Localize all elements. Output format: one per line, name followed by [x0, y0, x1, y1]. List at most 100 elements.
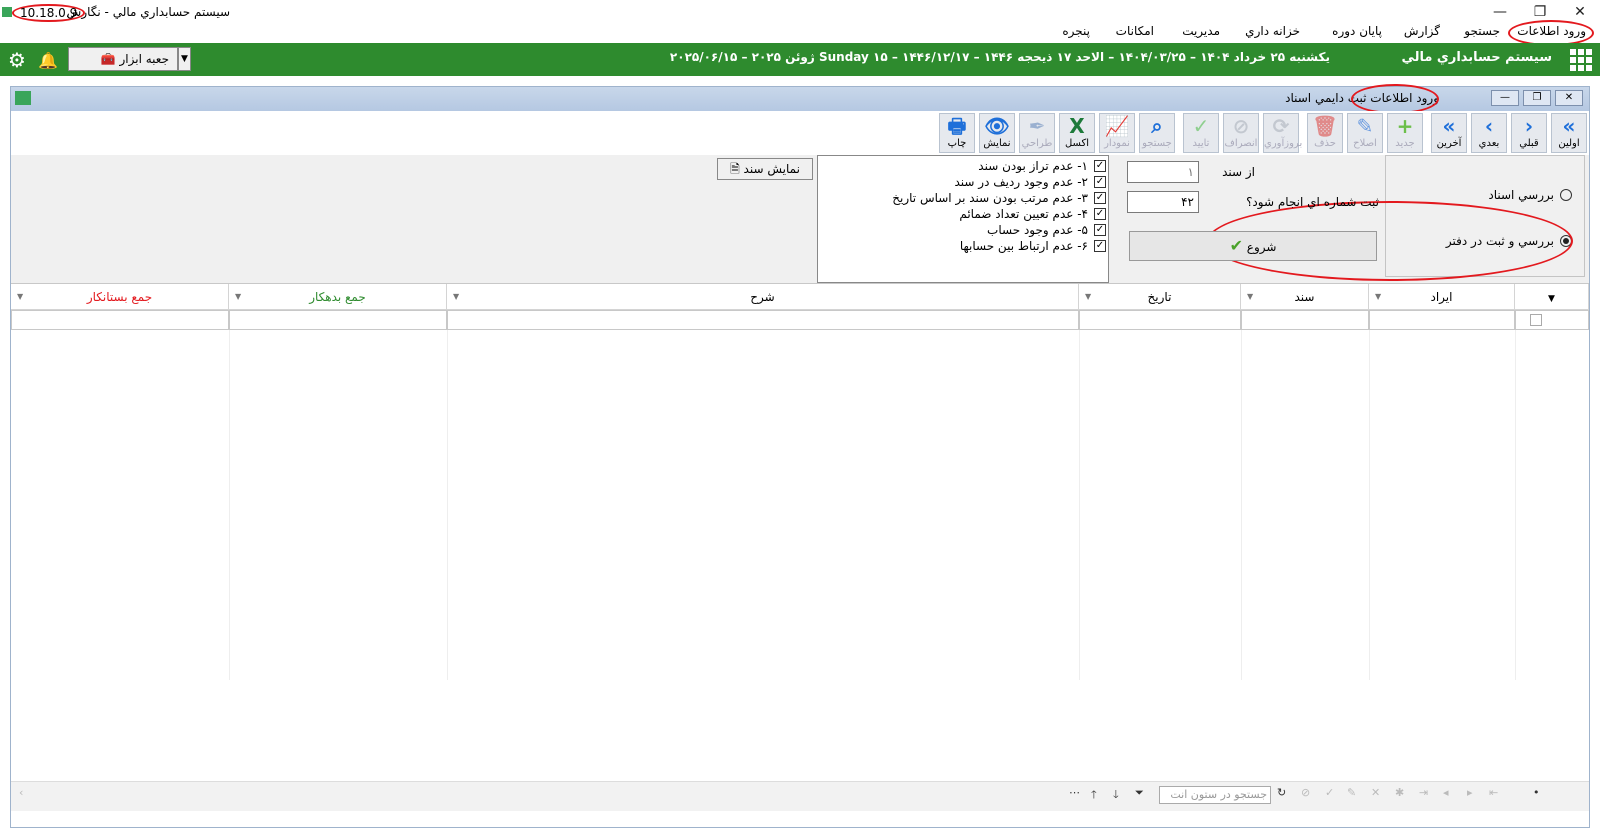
check-item[interactable]: ✓ ۵- عدم وجود حساب	[820, 222, 1106, 238]
filter-cell[interactable]	[229, 310, 447, 330]
previous-button[interactable]: › قبلي	[1511, 113, 1547, 153]
radio-review-docs[interactable]: بررسي اسناد	[1488, 188, 1572, 202]
grid-search-input[interactable]: جستجو در ستون انت	[1159, 786, 1271, 804]
new-label: جديد	[1395, 138, 1415, 149]
cancel-icon[interactable]: ⊘	[1301, 786, 1310, 799]
filter-cell[interactable]	[447, 310, 1079, 330]
refresh-button[interactable]: ⟳ بروزآوري	[1263, 113, 1302, 153]
checkbox-checked[interactable]: ✓	[1094, 176, 1106, 188]
menu-management[interactable]: مديريت	[1182, 24, 1220, 38]
radio-circle-selected[interactable]	[1560, 235, 1572, 247]
checkbox-checked[interactable]: ✓	[1094, 192, 1106, 204]
apps-grid-icon[interactable]	[1570, 49, 1592, 71]
toolbox-dropdown[interactable]: ▼	[178, 47, 191, 71]
arrow-up-icon[interactable]: 🡑	[1091, 786, 1097, 805]
last-record-icon[interactable]: ⇥	[1419, 786, 1428, 799]
minimize-button[interactable]: —	[1486, 2, 1514, 22]
filter-cell[interactable]	[1369, 310, 1515, 330]
chevron-down-icon[interactable]: ▼	[1085, 284, 1091, 310]
refresh-icon[interactable]: ↻	[1277, 786, 1286, 799]
chevron-down-icon[interactable]: ▼	[453, 284, 459, 310]
check-item[interactable]: ✓ ۲- عدم وجود رديف در سند	[820, 174, 1106, 190]
from-doc-field[interactable]: ۱	[1127, 161, 1199, 183]
check-item[interactable]: ✓ ۱- عدم تراز بودن سند	[820, 158, 1106, 174]
filter-icon[interactable]: ⏷	[1135, 786, 1144, 800]
check-item[interactable]: ✓ ۶- عدم ارتباط بين حسابها	[820, 238, 1106, 254]
toolbox-button[interactable]: جعبه ابزار 🧰	[68, 47, 178, 71]
first-button[interactable]: «اولين	[1551, 113, 1587, 153]
column-header-credit[interactable]: جمع بستانكار ▼	[11, 284, 229, 310]
chart-button[interactable]: 📈 نمودار	[1099, 113, 1135, 153]
more-icon[interactable]: ⋯	[1069, 786, 1080, 799]
column-header-description[interactable]: شرح ▼	[447, 284, 1079, 310]
child-restore-button[interactable]: ❐	[1523, 90, 1551, 106]
refresh-icon: ⟳	[1272, 114, 1290, 138]
chart-label: نمودار	[1104, 138, 1130, 149]
last-button[interactable]: «آخرين	[1431, 113, 1467, 153]
scroll-left-icon[interactable]: ‹	[19, 786, 23, 799]
first-record-icon[interactable]: ⇤	[1489, 786, 1498, 799]
cancel-icon: ⊘	[1232, 114, 1250, 138]
restore-button[interactable]: ❐	[1526, 2, 1554, 22]
asterisk-icon[interactable]: ✱	[1395, 786, 1404, 799]
chevron-down-icon[interactable]: ▼	[235, 284, 241, 310]
child-minimize-button[interactable]: —	[1491, 90, 1519, 106]
pencil-icon[interactable]: ✎	[1347, 786, 1356, 799]
check-item[interactable]: ✓ ۴- عدم تعيين تعداد ضمائم	[820, 206, 1106, 222]
filter-cell[interactable]	[11, 310, 229, 330]
next-button[interactable]: ‹ بعدي	[1471, 113, 1507, 153]
child-close-button[interactable]: ✕	[1555, 90, 1583, 106]
to-doc-field[interactable]: ۴۲	[1127, 191, 1199, 213]
prev-record-icon[interactable]: ▸	[1467, 786, 1473, 799]
filter-cell[interactable]	[1079, 310, 1241, 330]
from-doc-label: از سند	[1222, 165, 1255, 179]
grid-menu-button[interactable]: ▼	[1515, 284, 1589, 310]
column-doc-label: سند	[1294, 290, 1315, 304]
print-button[interactable]: 🖶 چاپ	[939, 113, 975, 153]
column-header-doc[interactable]: سند ▼	[1241, 284, 1369, 310]
checkbox-checked[interactable]: ✓	[1094, 240, 1106, 252]
chevron-down-icon[interactable]: ▼	[1247, 284, 1253, 310]
show-doc-button[interactable]: نمايش سند 🗎	[717, 158, 813, 180]
menu-data-entry[interactable]: ورود اطلاعات	[1517, 24, 1586, 38]
select-all-checkbox[interactable]	[1530, 314, 1542, 326]
search-button[interactable]: ⌕ جستجو	[1139, 113, 1175, 153]
edit-button[interactable]: ✎ اصلاح	[1347, 113, 1383, 153]
excel-button[interactable]: X اكسل	[1059, 113, 1095, 153]
confirm-button[interactable]: ✓ تاييد	[1183, 113, 1219, 153]
check-icon[interactable]: ✓	[1325, 786, 1334, 799]
filter-cell[interactable]	[1241, 310, 1369, 330]
column-header-date[interactable]: تاريخ ▼	[1079, 284, 1241, 310]
menu-tools[interactable]: امكانات	[1116, 24, 1154, 38]
bell-icon[interactable]: 🔔	[38, 51, 58, 71]
briefcase-icon: 🧰	[100, 52, 116, 66]
radio-review-and-post-label: بررسي و ثبت در دفتر	[1445, 234, 1554, 248]
check-item[interactable]: ✓ ۳- عدم مرتب بودن سند بر اساس تاريخ	[820, 190, 1106, 206]
delete-button[interactable]: 🗑 حذف	[1307, 113, 1343, 153]
checkbox-checked[interactable]: ✓	[1094, 208, 1106, 220]
new-button[interactable]: + جديد	[1387, 113, 1423, 153]
radio-review-and-post[interactable]: بررسي و ثبت در دفتر	[1446, 234, 1572, 248]
column-header-debit[interactable]: جمع بدهكار ▼	[229, 284, 447, 310]
column-header-error[interactable]: ايراد ▼	[1369, 284, 1515, 310]
menu-period-end[interactable]: پايان دوره	[1332, 24, 1382, 38]
next-record-icon[interactable]: ◂	[1443, 786, 1449, 799]
menu-treasury[interactable]: خزانه داري	[1245, 24, 1300, 38]
delete-icon[interactable]: ✕	[1371, 786, 1380, 799]
menu-window[interactable]: پنجره	[1062, 24, 1090, 38]
arrow-down-icon[interactable]: 🡓	[1113, 786, 1119, 805]
filter-cell[interactable]	[1515, 310, 1589, 330]
menu-report[interactable]: گزارش	[1404, 24, 1440, 38]
gear-icon[interactable]: ⚙	[8, 49, 30, 71]
chevron-down-icon[interactable]: ▼	[1375, 284, 1381, 310]
chevron-down-icon[interactable]: ▼	[17, 284, 23, 310]
checkbox-checked[interactable]: ✓	[1094, 224, 1106, 236]
menu-search[interactable]: جستجو	[1464, 24, 1500, 38]
close-button[interactable]: ✕	[1566, 2, 1594, 22]
cancel-button[interactable]: ⊘ انصراف	[1223, 113, 1259, 153]
view-button[interactable]: 👁 نمايش	[979, 113, 1015, 153]
start-button[interactable]: شروع ✔	[1129, 231, 1377, 261]
checkbox-checked[interactable]: ✓	[1094, 160, 1106, 172]
design-button[interactable]: ✒ طراحي	[1019, 113, 1055, 153]
radio-circle[interactable]	[1560, 189, 1572, 201]
